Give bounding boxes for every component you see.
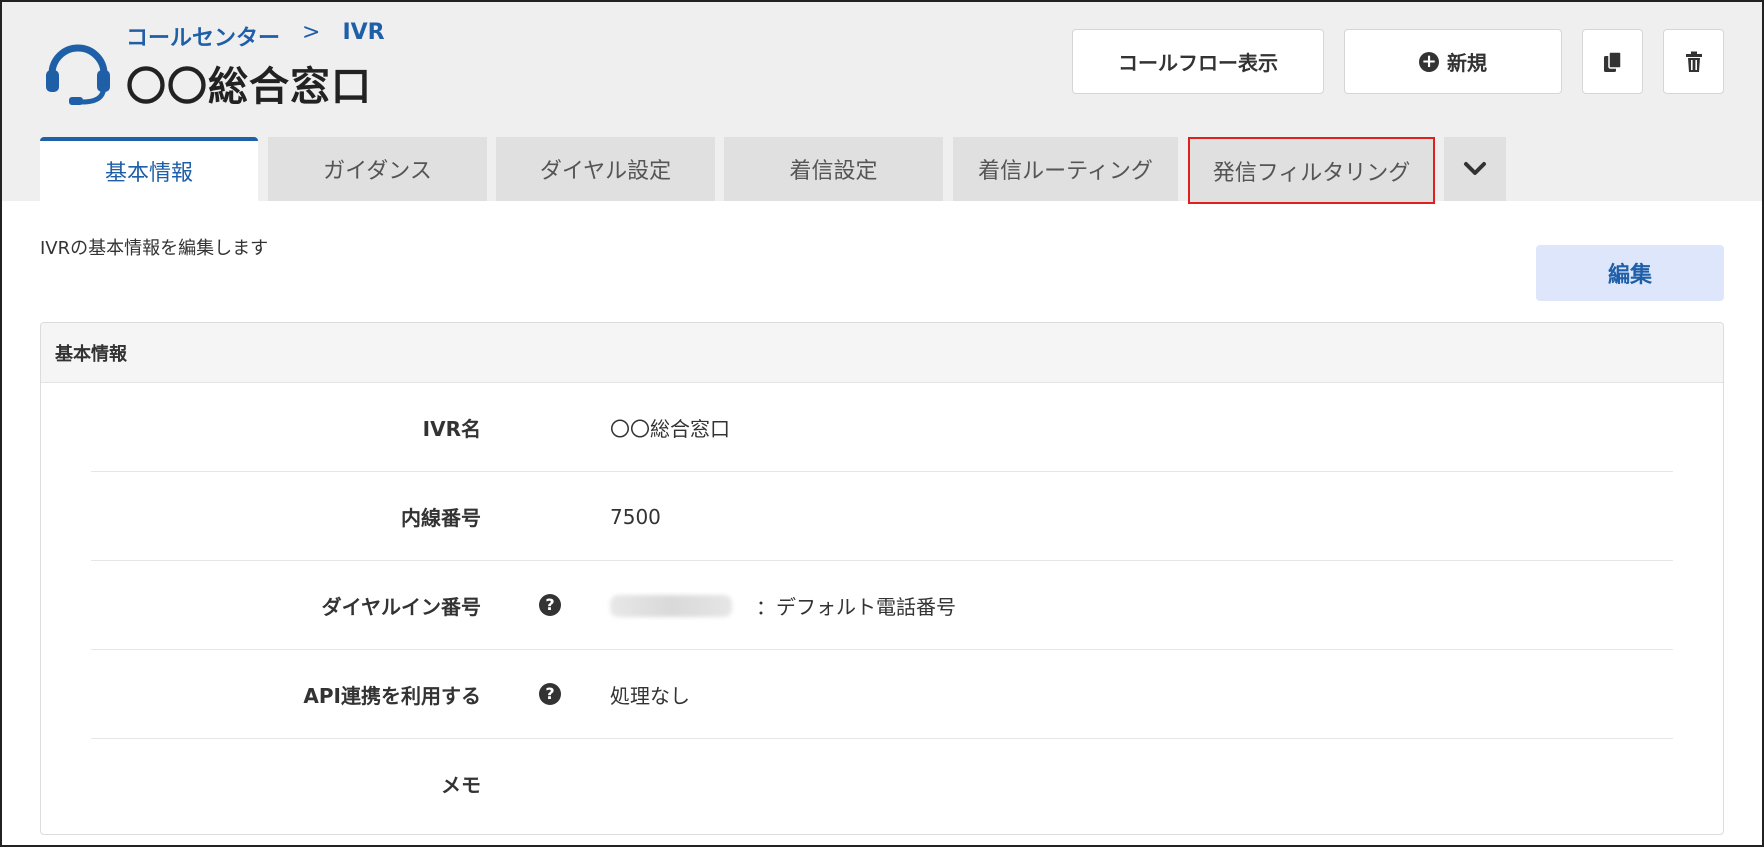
panel-title: 基本情報: [41, 323, 1723, 383]
new-button-label: 新規: [1447, 51, 1487, 75]
row-label: メモ: [441, 773, 481, 797]
tab-guidance[interactable]: ガイダンス: [268, 137, 487, 201]
tabs-more-button[interactable]: [1444, 137, 1506, 201]
info-row-extension: 内線番号 7500: [91, 472, 1673, 561]
redacted-number: [610, 594, 732, 617]
row-value: 〇〇総合窓口: [610, 417, 730, 441]
row-label: API連携を利用する: [303, 684, 481, 708]
info-row-ivr-name: IVR名 〇〇総合窓口: [91, 383, 1673, 472]
callflow-button-label: コールフロー表示: [1118, 51, 1278, 75]
info-row-memo: メモ: [91, 739, 1673, 828]
help-icon[interactable]: ?: [539, 594, 561, 616]
breadcrumb: コールセンター > IVR: [126, 20, 385, 52]
breadcrumb-item-ivr[interactable]: IVR: [342, 20, 384, 52]
info-row-api: API連携を利用する ? 処理なし: [91, 650, 1673, 739]
tab-outgoing-filtering[interactable]: 発信フィルタリング: [1188, 137, 1435, 204]
app-frame: コールセンター > IVR 〇〇総合窓口 コールフロー表示 + 新規 基本情報 …: [0, 0, 1764, 847]
copy-button[interactable]: [1582, 29, 1643, 94]
tab-dial-settings[interactable]: ダイヤル設定: [496, 137, 715, 201]
edit-button[interactable]: 編集: [1536, 245, 1724, 301]
delete-button[interactable]: [1663, 29, 1724, 94]
page-description: IVRの基本情報を編集します: [40, 238, 269, 259]
plus-circle-icon: +: [1419, 51, 1439, 72]
help-icon[interactable]: ?: [539, 683, 561, 705]
tab-basic-info[interactable]: 基本情報: [40, 137, 258, 201]
copy-icon: [1603, 50, 1622, 72]
row-label: IVR名: [422, 417, 481, 441]
page-header: コールセンター > IVR 〇〇総合窓口 コールフロー表示 + 新規 基本情報 …: [2, 2, 1762, 204]
basic-info-panel: 基本情報 IVR名 〇〇総合窓口 内線番号 7500 ダイヤルイン番号 ? ：デ…: [40, 322, 1724, 835]
page-title: 〇〇総合窓口: [126, 64, 372, 110]
new-button[interactable]: + 新規: [1344, 29, 1562, 94]
row-value-container: ：デフォルト電話番号: [610, 561, 956, 650]
chevron-down-icon: [1464, 162, 1486, 175]
trash-icon: [1685, 51, 1702, 72]
info-row-dial-in: ダイヤルイン番号 ? ：デフォルト電話番号: [91, 561, 1673, 650]
row-value: ：デフォルト電話番号: [756, 595, 956, 619]
headset-icon: [46, 44, 110, 105]
tab-incoming-routing[interactable]: 着信ルーティング: [953, 137, 1178, 201]
tab-incoming-settings[interactable]: 着信設定: [724, 137, 943, 201]
row-value: 処理なし: [610, 684, 690, 708]
breadcrumb-item-callcenter[interactable]: コールセンター: [126, 20, 280, 52]
row-label: 内線番号: [401, 506, 481, 530]
callflow-button[interactable]: コールフロー表示: [1072, 29, 1324, 94]
row-value: 7500: [610, 504, 661, 529]
row-label: ダイヤルイン番号: [321, 595, 481, 619]
breadcrumb-separator: >: [302, 20, 321, 45]
